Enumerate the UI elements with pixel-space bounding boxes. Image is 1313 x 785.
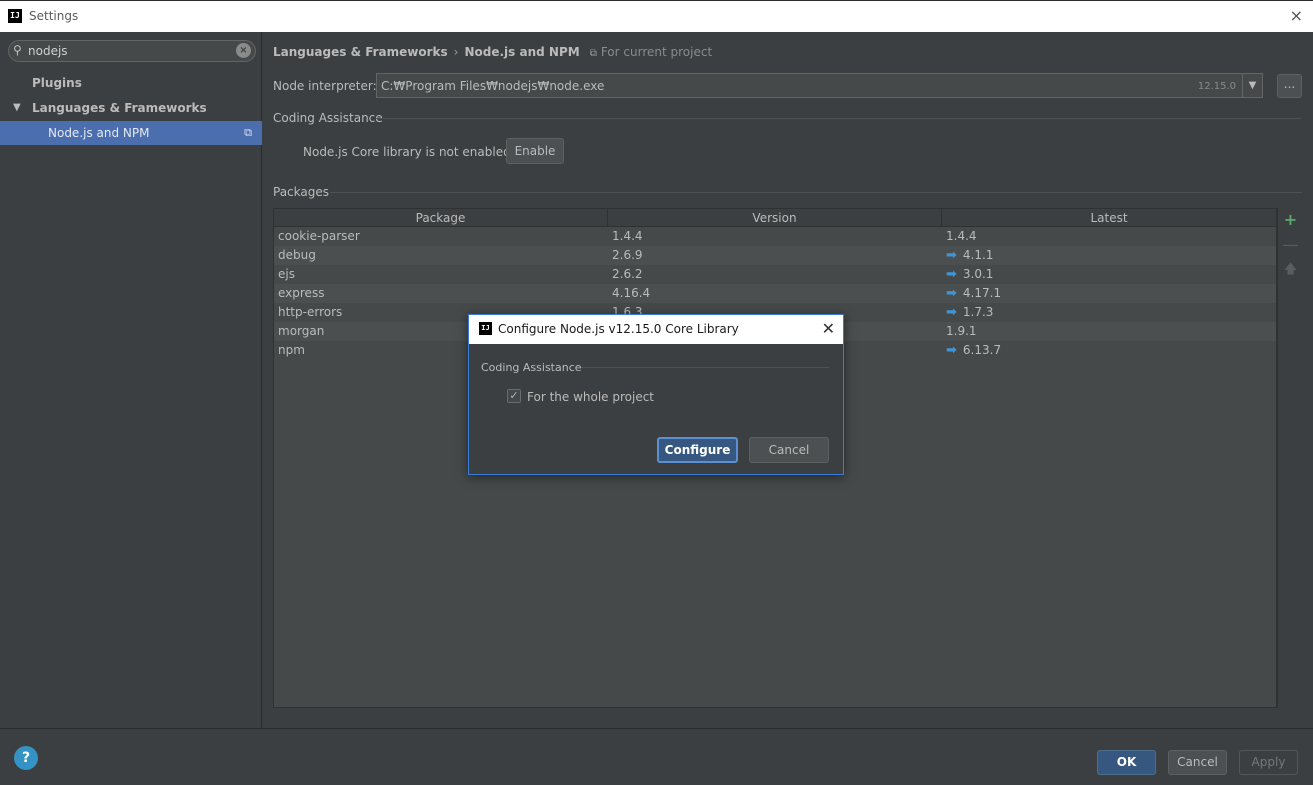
table-row[interactable]: debug 2.6.9 ➡ 4.1.1 xyxy=(274,246,1276,265)
sidebar-item-label: Node.js and NPM xyxy=(48,126,150,140)
close-icon[interactable]: ✕ xyxy=(822,319,835,338)
sidebar-item-label: Plugins xyxy=(32,76,82,90)
dialog-title-bar: IJ Configure Node.js v12.15.0 Core Libra… xyxy=(469,315,843,344)
update-available-icon: ➡ xyxy=(946,267,957,282)
dialog-section-title: Coding Assistance xyxy=(481,361,582,374)
column-header-latest[interactable]: Latest xyxy=(942,209,1276,227)
configure-core-library-dialog: IJ Configure Node.js v12.15.0 Core Libra… xyxy=(468,314,844,475)
cell-package: http-errors xyxy=(278,305,343,319)
coding-assistance-title: Coding Assistance xyxy=(273,111,383,125)
upgrade-package-icon[interactable]: 🡅 xyxy=(1278,259,1303,281)
apply-button[interactable]: Apply xyxy=(1239,750,1298,775)
window-close-button[interactable]: × xyxy=(1290,7,1303,25)
core-library-message: Node.js Core library is not enabled. xyxy=(303,145,515,159)
chevron-down-icon[interactable]: ▼ xyxy=(1242,74,1262,97)
cell-version: 2.6.9 xyxy=(612,248,643,262)
search-icon: ⚲ xyxy=(13,43,22,57)
table-row[interactable]: cookie-parser 1.4.4 1.4.4 xyxy=(274,227,1276,246)
settings-search-box: ⚲ × xyxy=(8,40,256,62)
interpreter-combobox[interactable]: C:₩Program Files₩nodejs₩node.exe 12.15.0… xyxy=(376,73,1263,98)
table-header: Package Version Latest xyxy=(274,209,1276,227)
section-divider xyxy=(376,118,1302,119)
remove-package-icon[interactable]: — xyxy=(1278,234,1303,256)
update-available-icon: ➡ xyxy=(946,248,957,263)
browse-interpreter-button[interactable]: ... xyxy=(1277,74,1302,98)
sidebar-item-plugins[interactable]: Plugins xyxy=(0,71,262,95)
cell-latest: ➡ 1.7.3 xyxy=(946,303,993,322)
breadcrumb-languages[interactable]: Languages & Frameworks xyxy=(273,45,448,59)
window-title: Settings xyxy=(29,9,79,23)
cell-package: ejs xyxy=(278,267,295,281)
latest-version-text: 4.1.1 xyxy=(962,248,994,262)
configure-button[interactable]: Configure xyxy=(657,437,738,463)
cell-package: cookie-parser xyxy=(278,229,360,243)
ok-button[interactable]: OK xyxy=(1097,750,1156,775)
add-package-icon[interactable]: + xyxy=(1278,209,1303,231)
cell-version: 2.6.2 xyxy=(612,267,643,281)
column-header-version[interactable]: Version xyxy=(608,209,942,227)
breadcrumb: Languages & Frameworks › Node.js and NPM ⧉ F… xyxy=(273,45,712,59)
sidebar-item-languages-frameworks[interactable]: ▼ Languages & Frameworks xyxy=(0,96,262,120)
latest-version-text: 1.7.3 xyxy=(962,305,994,319)
latest-version-text: 4.17.1 xyxy=(962,286,1002,300)
latest-version-text: 6.13.7 xyxy=(962,343,1002,357)
cell-latest: 1.9.1 xyxy=(946,322,977,341)
dialog-button-bar: ? OK Cancel Apply xyxy=(0,728,1313,785)
dialog-title: Configure Node.js v12.15.0 Core Library xyxy=(498,322,739,336)
sidebar-item-label: Languages & Frameworks xyxy=(32,101,207,115)
whole-project-label[interactable]: For the whole project xyxy=(527,390,654,404)
cancel-button[interactable]: Cancel xyxy=(1168,750,1227,775)
section-divider xyxy=(581,367,829,368)
scope-label: For current project xyxy=(600,45,713,59)
settings-sidebar: ⚲ × Plugins ▼ Languages & Frameworks Nod… xyxy=(0,32,262,728)
table-row[interactable]: ejs 2.6.2 ➡ 3.0.1 xyxy=(274,265,1276,284)
breadcrumb-separator: › xyxy=(453,45,459,59)
packages-title: Packages xyxy=(273,185,329,199)
help-icon[interactable]: ? xyxy=(14,746,38,770)
cell-latest: 1.4.4 xyxy=(946,227,977,246)
cell-latest: ➡ 4.17.1 xyxy=(946,284,1001,303)
table-row[interactable]: express 4.16.4 ➡ 4.17.1 xyxy=(274,284,1276,303)
dialog-cancel-button[interactable]: Cancel xyxy=(749,437,829,463)
cell-latest: ➡ 6.13.7 xyxy=(946,341,1001,360)
breadcrumb-nodejs: Node.js and NPM xyxy=(464,45,580,59)
section-divider xyxy=(330,192,1302,193)
latest-version-text: 1.9.1 xyxy=(946,324,977,338)
title-bar: IJ Settings × xyxy=(0,0,1313,32)
sidebar-item-nodejs-npm[interactable]: Node.js and NPM ⧉ xyxy=(0,121,262,145)
cell-package: npm xyxy=(278,343,305,357)
interpreter-version: 12.15.0 xyxy=(1197,81,1236,92)
latest-version-text: 1.4.4 xyxy=(946,229,977,243)
clear-search-icon[interactable]: × xyxy=(236,43,251,58)
intellij-logo-icon: IJ xyxy=(8,9,22,23)
cell-package: morgan xyxy=(278,324,325,338)
enable-button[interactable]: Enable xyxy=(506,138,564,164)
interpreter-label: Node interpreter: xyxy=(273,79,377,93)
project-scope-icon: ⧉ xyxy=(589,48,597,59)
settings-search-input[interactable] xyxy=(28,43,228,59)
whole-project-checkbox[interactable]: ✓ xyxy=(507,389,521,403)
cell-version: 4.16.4 xyxy=(612,286,651,300)
project-scope-icon: ⧉ xyxy=(244,126,252,139)
cell-package: express xyxy=(278,286,325,300)
latest-version-text: 3.0.1 xyxy=(962,267,994,281)
interpreter-path: C:₩Program Files₩nodejs₩node.exe xyxy=(381,79,605,93)
cell-package: debug xyxy=(278,248,316,262)
cell-latest: ➡ 3.0.1 xyxy=(946,265,993,284)
update-available-icon: ➡ xyxy=(946,305,957,320)
expand-arrow-icon[interactable]: ▼ xyxy=(13,96,21,120)
intellij-logo-icon: IJ xyxy=(479,322,492,335)
update-available-icon: ➡ xyxy=(946,286,957,301)
cell-latest: ➡ 4.1.1 xyxy=(946,246,993,265)
cell-version: 1.4.4 xyxy=(612,229,643,243)
packages-toolbar: + — 🡅 xyxy=(1277,208,1302,708)
update-available-icon: ➡ xyxy=(946,343,957,358)
column-header-package[interactable]: Package xyxy=(274,209,608,227)
